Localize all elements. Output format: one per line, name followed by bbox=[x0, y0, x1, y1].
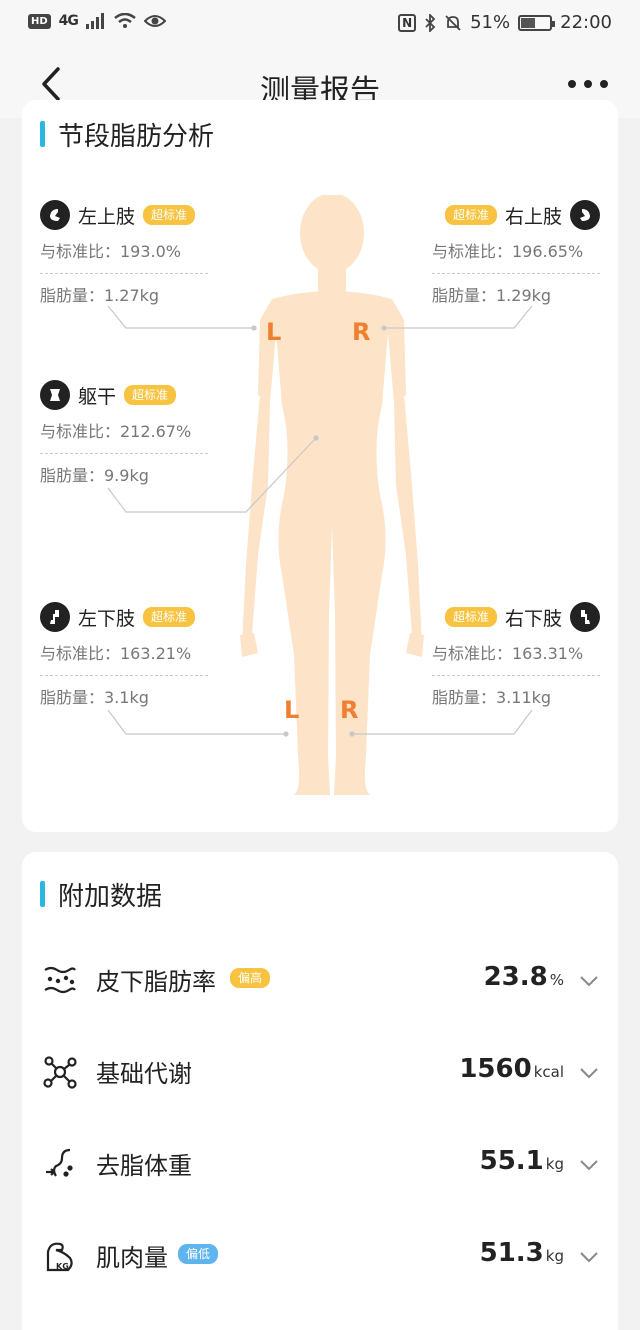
section-title-extra: 附加数据 bbox=[40, 876, 162, 913]
right-arm-icon bbox=[570, 200, 600, 230]
segment-name: 躯干 bbox=[78, 385, 117, 408]
body-silhouette bbox=[240, 195, 424, 795]
segment-name: 左上肢 bbox=[78, 205, 136, 228]
status-badge: 超标准 bbox=[444, 607, 497, 627]
marker-upper-left: L bbox=[266, 318, 282, 346]
trunk-icon bbox=[40, 380, 70, 410]
chevron-down-icon[interactable] bbox=[578, 1154, 600, 1176]
left-arm-icon bbox=[40, 200, 70, 230]
status-badge: 超标准 bbox=[124, 385, 177, 405]
chevron-down-icon[interactable] bbox=[578, 1062, 600, 1084]
ratio-text: 与标准比：193.0% bbox=[40, 230, 208, 274]
nfc-icon: N bbox=[398, 13, 417, 32]
fat-text: 脂肪量：1.27kg bbox=[40, 286, 160, 305]
chevron-down-icon[interactable] bbox=[578, 970, 600, 992]
list-item-muscle-mass[interactable]: KG 肌肉量 偏低 51.3 kg bbox=[22, 1210, 618, 1302]
muscle-icon: KG bbox=[46, 1242, 73, 1272]
status-badge: 超标准 bbox=[143, 205, 196, 225]
status-left: HD 4G bbox=[28, 13, 166, 29]
hd-indicator: HD bbox=[28, 13, 51, 29]
segment-fat-card: 节段脂肪分析 L R L R 左上肢 超标准 与标准比：193.0% 脂肪量：1… bbox=[22, 100, 618, 832]
segment-right-upper: 超标准 右上肢 与标准比：196.65% 脂肪量：1.29kg bbox=[432, 200, 600, 318]
item-label: 皮下脂肪率 bbox=[96, 968, 216, 996]
segment-header: 躯干 超标准 bbox=[40, 380, 208, 410]
svg-text:KG: KG bbox=[56, 1262, 69, 1271]
wifi-icon bbox=[114, 13, 136, 28]
mute-bell-icon bbox=[445, 14, 461, 31]
battery-percent: 51% bbox=[470, 12, 511, 33]
dot-icon bbox=[600, 80, 608, 88]
ratio-text: 与标准比：163.21% bbox=[40, 632, 208, 676]
marker-upper-right: R bbox=[352, 318, 371, 346]
segment-name: 右上肢 bbox=[504, 205, 562, 228]
fat-text: 脂肪量：3.11kg bbox=[432, 688, 552, 707]
status-bar: HD 4G N 51% 22:00 bbox=[0, 0, 640, 50]
ratio-text: 与标准比：212.67% bbox=[40, 410, 208, 454]
item-value: 55.1 kg bbox=[479, 1146, 564, 1176]
item-value: 51.3 kg bbox=[479, 1238, 564, 1268]
metabolism-icon bbox=[43, 1056, 77, 1089]
clock: 22:00 bbox=[560, 12, 612, 33]
fat-text: 脂肪量：3.1kg bbox=[40, 688, 149, 707]
segment-name: 左下肢 bbox=[78, 607, 136, 630]
list-item-subcutaneous-fat[interactable]: 皮下脂肪率 偏高 23.8% bbox=[22, 934, 618, 1026]
status-badge: 超标准 bbox=[444, 205, 497, 225]
list-item-basal-metabolism[interactable]: 基础代谢 1560 kcal bbox=[22, 1026, 618, 1118]
additional-data-card: 附加数据 皮下脂肪率 偏高 23.8% 基础代谢 1560 kcal 去脂体重 … bbox=[22, 852, 618, 1330]
segment-left-upper: 左上肢 超标准 与标准比：193.0% 脂肪量：1.27kg bbox=[40, 200, 208, 318]
network-indicator: 4G bbox=[58, 13, 79, 29]
item-label: 基础代谢 bbox=[96, 1060, 192, 1088]
item-label: 肌肉量 bbox=[96, 1244, 168, 1272]
dot-icon bbox=[584, 80, 592, 88]
chevron-down-icon[interactable] bbox=[578, 1246, 600, 1268]
status-badge: 超标准 bbox=[143, 607, 196, 627]
eye-icon bbox=[143, 15, 166, 27]
list-item-lean-body-mass[interactable]: 去脂体重 55.1 kg bbox=[22, 1118, 618, 1210]
status-badge: 偏低 bbox=[178, 1244, 219, 1264]
status-right: N 51% 22:00 bbox=[398, 12, 612, 33]
ratio-text: 与标准比：196.65% bbox=[432, 230, 600, 274]
segment-trunk: 躯干 超标准 与标准比：212.67% 脂肪量：9.9kg bbox=[40, 380, 208, 498]
item-value: 1560 kcal bbox=[459, 1054, 564, 1084]
segment-header: 左上肢 超标准 bbox=[40, 200, 208, 230]
segment-name: 右下肢 bbox=[504, 607, 562, 630]
ratio-text: 与标准比：163.31% bbox=[432, 632, 600, 676]
fat-text: 脂肪量：1.29kg bbox=[432, 286, 552, 305]
segment-left-lower: 左下肢 超标准 与标准比：163.21% 脂肪量：3.1kg bbox=[40, 602, 208, 720]
marker-lower-left: L bbox=[284, 696, 300, 724]
item-value: 23.8% bbox=[483, 962, 564, 992]
signal-icon bbox=[85, 13, 104, 29]
lean-mass-icon bbox=[46, 1148, 73, 1177]
more-options-button[interactable] bbox=[566, 72, 610, 96]
battery-icon bbox=[518, 14, 556, 31]
segment-right-lower: 超标准 右下肢 与标准比：163.31% 脂肪量：3.11kg bbox=[432, 602, 600, 720]
segment-header: 左下肢 超标准 bbox=[40, 602, 208, 632]
marker-lower-right: R bbox=[340, 696, 359, 724]
dot-icon bbox=[568, 80, 576, 88]
left-leg-icon bbox=[40, 602, 70, 632]
section-title-segment: 节段脂肪分析 bbox=[40, 116, 214, 153]
battery-fill bbox=[521, 17, 536, 28]
item-label: 去脂体重 bbox=[96, 1152, 192, 1180]
bluetooth-icon bbox=[425, 13, 436, 32]
status-badge: 偏高 bbox=[230, 968, 271, 988]
right-leg-icon bbox=[570, 602, 600, 632]
subcutaneous-fat-icon bbox=[44, 966, 76, 994]
segment-header: 超标准 右下肢 bbox=[432, 602, 600, 632]
segment-header: 超标准 右上肢 bbox=[432, 200, 600, 230]
fat-text: 脂肪量：9.9kg bbox=[40, 466, 149, 485]
